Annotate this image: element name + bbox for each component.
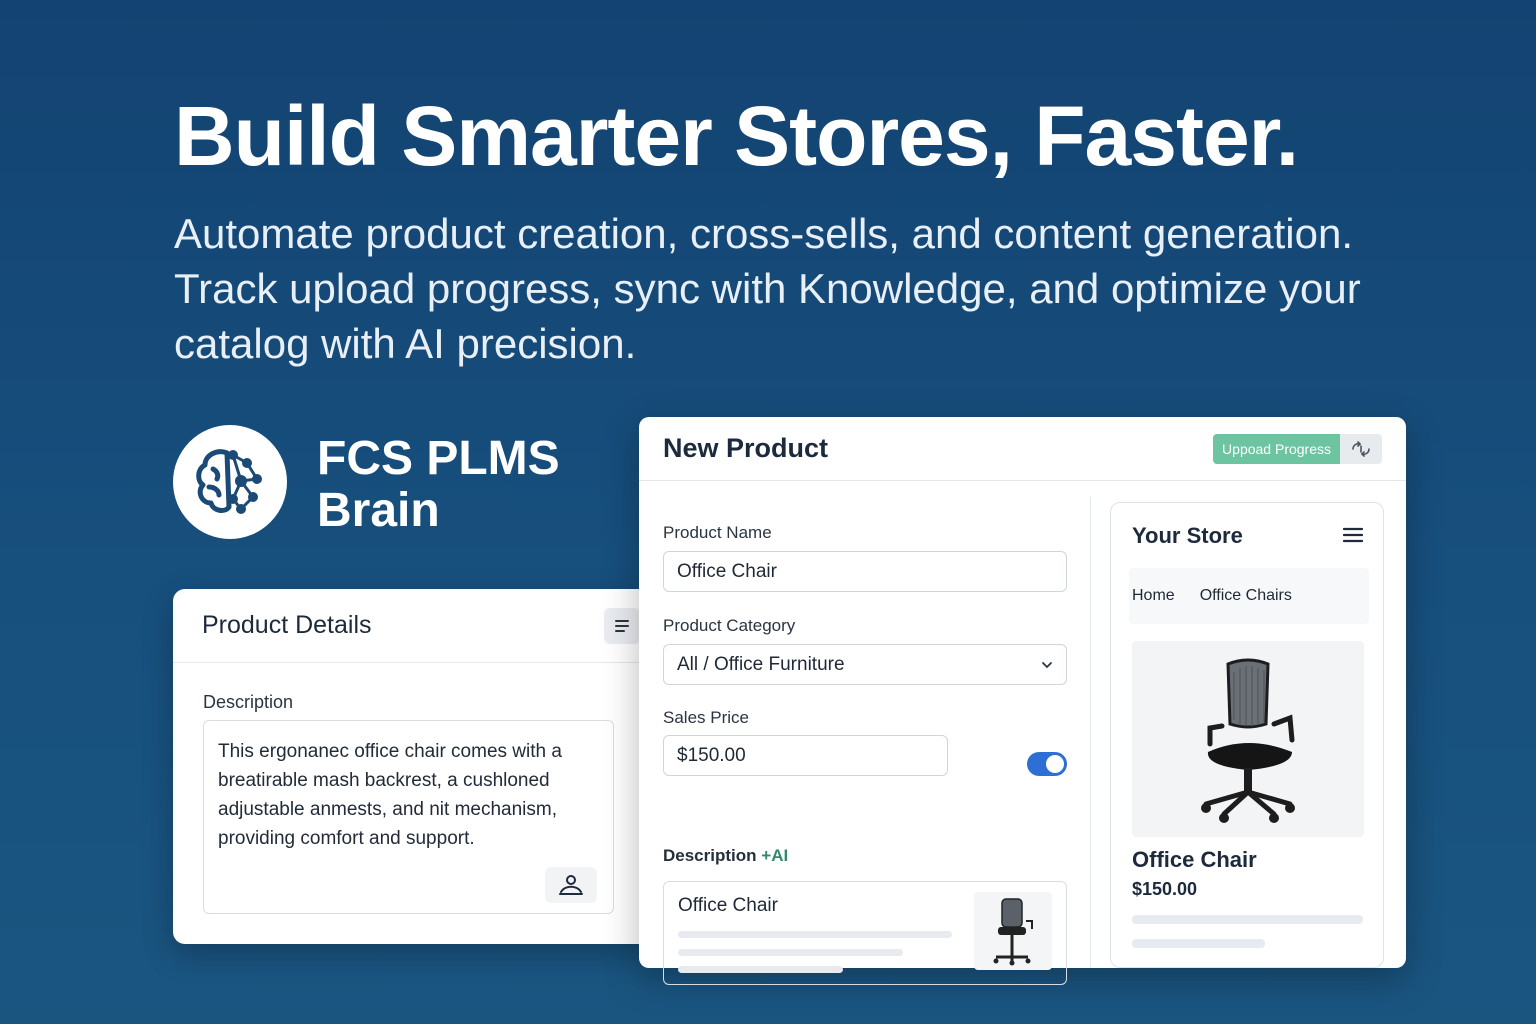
- product-name-input[interactable]: Office Chair: [663, 551, 1067, 592]
- menu-button[interactable]: [604, 607, 640, 644]
- product-category-label: Product Category: [663, 616, 796, 635]
- chevron-down-icon: [1042, 662, 1052, 669]
- store-preview: Your Store Home Office Chairs Office Cha…: [1110, 502, 1384, 968]
- skeleton-line: [1132, 939, 1265, 948]
- skeleton-line: [678, 931, 952, 938]
- sync-icon: [1352, 440, 1370, 457]
- skeleton-line: [678, 949, 903, 956]
- hamburger-icon: [1342, 527, 1364, 543]
- product-image[interactable]: [1132, 641, 1364, 837]
- toggle-knob: [1046, 755, 1064, 773]
- sales-price-input[interactable]: $150.00: [663, 735, 948, 776]
- new-product-header: New Product Uppoad Progress: [639, 417, 1406, 481]
- description-ai-label: Description +AI: [663, 846, 788, 866]
- ai-preview-title: Office Chair: [678, 895, 778, 916]
- product-form: Product Name Office Chair Product Catego…: [663, 481, 1067, 985]
- product-name-value: Office Chair: [677, 560, 777, 582]
- sales-price-label: Sales Price: [663, 708, 749, 727]
- brand-name-line1: FCS PLMS: [317, 432, 560, 485]
- skeleton-line: [678, 966, 843, 973]
- brand-name-line2: Brain: [317, 484, 440, 537]
- list-icon: [615, 619, 629, 632]
- sales-price-toggle[interactable]: [1027, 752, 1067, 776]
- description-label: Description: [203, 692, 294, 712]
- product-category-value: All / Office Furniture: [677, 653, 845, 675]
- upload-progress-button[interactable]: Uppoad Progress: [1213, 433, 1340, 464]
- chair-thumbnail: [974, 892, 1052, 970]
- new-product-title: New Product: [663, 433, 829, 463]
- hero-headline: Build Smarter Stores, Faster.: [174, 89, 1299, 183]
- description-textarea[interactable]: This ergonanec office chair comes with a…: [203, 720, 614, 914]
- store-title: Your Store: [1132, 523, 1243, 548]
- product-details-title: Product Details: [202, 611, 372, 639]
- product-category-select[interactable]: All / Office Furniture: [663, 644, 1067, 685]
- store-nav: Home Office Chairs: [1129, 568, 1369, 624]
- sales-price-value: $150.00: [677, 744, 746, 766]
- description-label: Description: [663, 846, 757, 865]
- description-text: This ergonanec office chair comes with a…: [218, 741, 562, 849]
- skeleton-line: [1132, 915, 1363, 924]
- hamburger-menu-button[interactable]: [1342, 527, 1364, 548]
- hero-subtext: Automate product creation, cross-sells, …: [174, 210, 1361, 367]
- product-details-header: Product Details: [173, 589, 653, 663]
- sync-button[interactable]: [1340, 433, 1382, 464]
- store-product-name[interactable]: Office Chair: [1132, 847, 1257, 873]
- ai-tag[interactable]: +AI: [761, 846, 788, 865]
- product-name-label: Product Name: [663, 523, 772, 542]
- ai-description-preview[interactable]: Office Chair: [663, 881, 1067, 985]
- store-product-price: $150.00: [1132, 879, 1198, 899]
- product-details-card: Product Details Description This ergonan…: [173, 589, 653, 944]
- brain-network-icon: [173, 425, 287, 539]
- store-nav-home[interactable]: Home: [1132, 587, 1175, 605]
- office-chair-image: [1201, 658, 1295, 823]
- user-icon: [559, 875, 583, 895]
- brand-name: FCS PLMS Brain: [317, 433, 560, 537]
- user-icon-button[interactable]: [545, 867, 597, 903]
- office-chair-icon: [993, 898, 1033, 966]
- new-product-card: New Product Uppoad Progress Product Name…: [639, 417, 1406, 985]
- column-divider: [1090, 497, 1091, 968]
- store-nav-office-chairs[interactable]: Office Chairs: [1200, 587, 1292, 605]
